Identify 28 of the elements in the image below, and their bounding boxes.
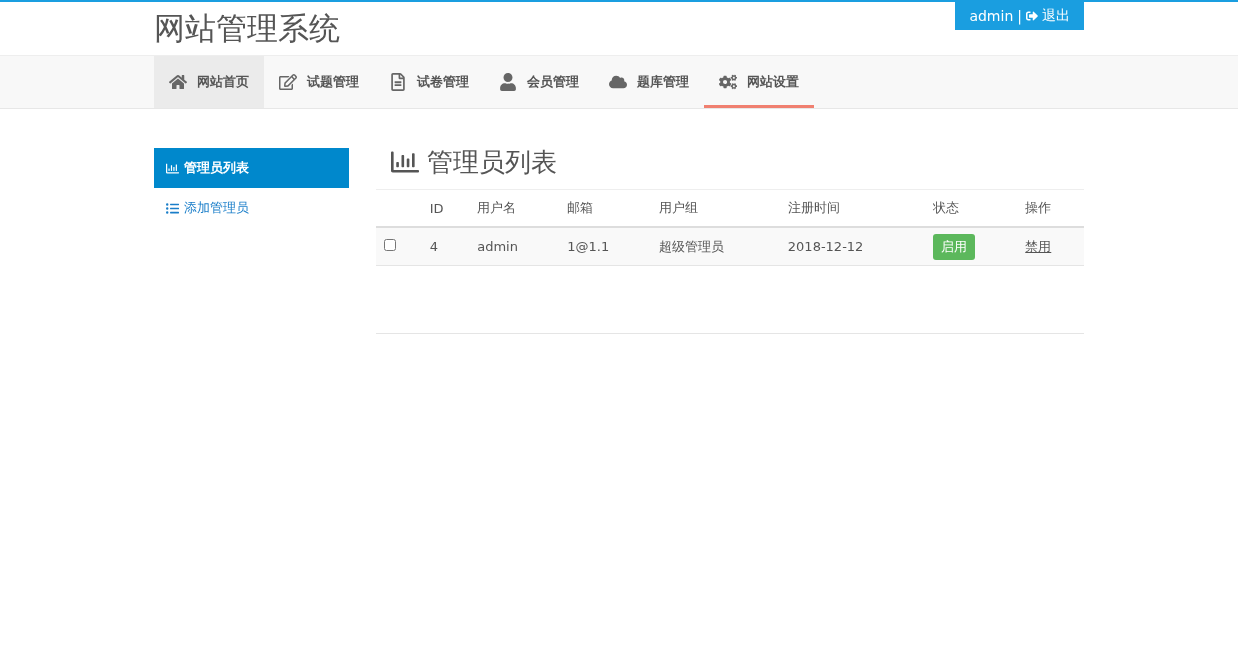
nav-tab[interactable]: 会员管理 xyxy=(484,56,594,108)
home-icon xyxy=(169,73,187,91)
sign-out-icon xyxy=(1026,10,1038,22)
nav-tab[interactable]: 试题管理 xyxy=(264,56,374,108)
site-title: 网站管理系统 xyxy=(154,9,340,48)
table-cell: admin xyxy=(469,227,560,266)
bar-chart-icon xyxy=(166,161,179,175)
table-cell: 1@1.1 xyxy=(559,227,652,266)
nav-tab[interactable]: 题库管理 xyxy=(594,56,704,108)
nav-tab[interactable]: 网站首页 xyxy=(154,56,264,108)
nav-tab[interactable]: 网站设置 xyxy=(704,56,814,108)
gears-icon xyxy=(719,73,737,91)
sidebar-item[interactable]: 添加管理员 xyxy=(154,188,349,228)
row-checkbox[interactable] xyxy=(383,239,396,251)
nav-tab[interactable]: 试卷管理 xyxy=(374,56,484,108)
list-icon xyxy=(166,201,179,215)
status-badge: 启用 xyxy=(933,233,976,260)
table-cell: 2018-12-12 xyxy=(779,227,926,266)
cloud-icon xyxy=(609,73,627,91)
sidebar-item[interactable]: 管理员列表 xyxy=(154,148,349,188)
person-icon xyxy=(499,73,517,91)
document-icon xyxy=(389,73,407,91)
table-cell: 超级管理员 xyxy=(651,227,780,266)
page-heading: 管理员列表 xyxy=(390,148,1084,176)
username: admin xyxy=(969,8,1014,24)
table-cell: 4 xyxy=(421,227,470,266)
disable-link[interactable]: 禁用 xyxy=(1025,238,1052,254)
separator: | xyxy=(1017,8,1022,24)
